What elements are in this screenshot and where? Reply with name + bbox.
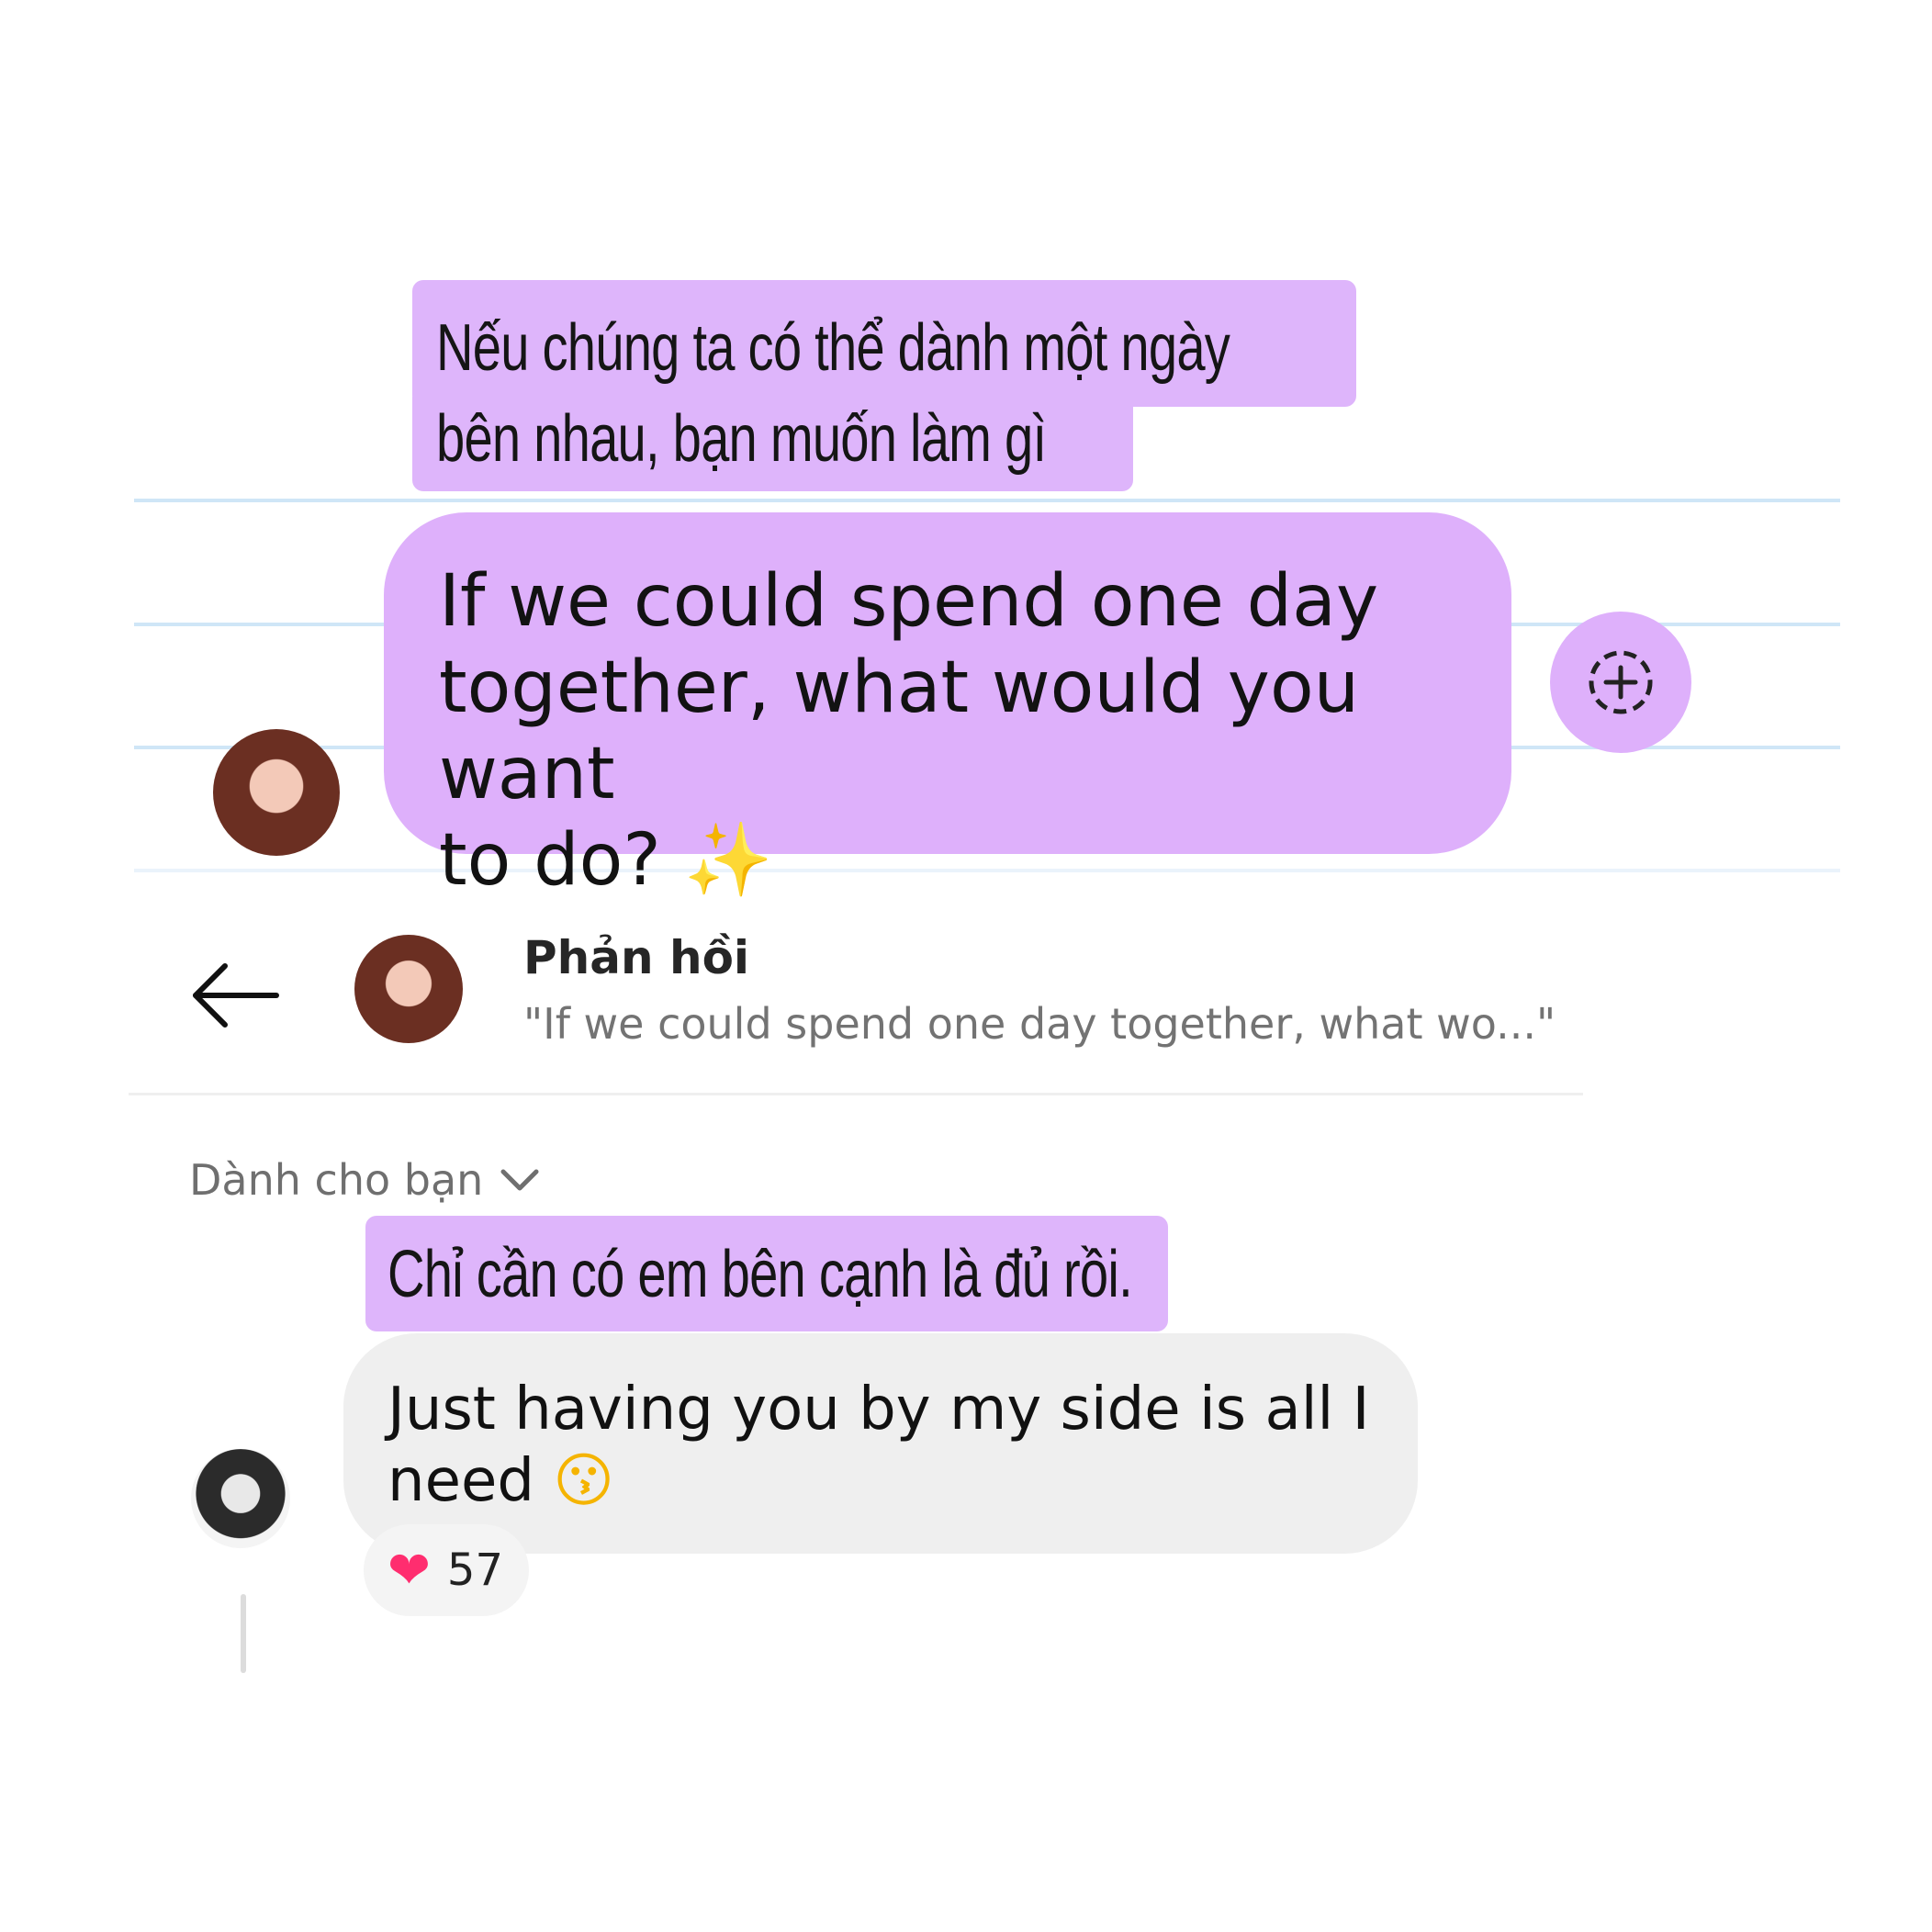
caption-line: Chỉ cần có em bên cạnh là đủ rồi. <box>388 1238 1133 1311</box>
message-line: If we could spend one day <box>439 560 1379 643</box>
avatar[interactable] <box>191 1449 290 1548</box>
translation-caption: Chỉ cần có em bên cạnh là đủ rồi. <box>365 1216 1168 1331</box>
comment-bubble[interactable]: Just having you by my side is all I need… <box>343 1333 1418 1554</box>
comment-line: need 😗 <box>388 1447 614 1515</box>
divider <box>129 1093 1583 1095</box>
kissing-face-emoji: 😗 <box>553 1447 614 1515</box>
chevron-down-icon <box>500 1169 539 1191</box>
sort-filter-dropdown[interactable]: Dành cho bạn <box>189 1155 540 1205</box>
reaction-pill[interactable]: ❤ 57 <box>364 1524 529 1616</box>
reply-quote: "If we could spend one day together, wha… <box>523 999 1556 1049</box>
thread-line <box>241 1594 246 1673</box>
caption-line: Nếu chúng ta có thể dành một ngày <box>436 311 1230 385</box>
add-plus-icon <box>1589 650 1653 714</box>
sparkles-emoji: ✨ <box>683 819 773 902</box>
comment-line: Just having you by my side is all I <box>388 1376 1370 1443</box>
message-line: to do? ✨ <box>439 819 773 902</box>
back-button[interactable] <box>188 959 280 1032</box>
filter-label: Dành cho bạn <box>189 1155 484 1205</box>
avatar[interactable] <box>354 935 463 1043</box>
reaction-count: 57 <box>446 1544 503 1596</box>
ruled-line <box>134 499 1840 502</box>
avatar[interactable] <box>213 729 340 856</box>
message-line: together, what would you want <box>439 646 1360 815</box>
translation-caption: Nếu chúng ta có thể dành một ngày <box>412 280 1356 407</box>
translation-caption: bên nhau, bạn muốn làm gì <box>412 397 1133 491</box>
reply-title: Phản hồi <box>523 931 750 984</box>
caption-line: bên nhau, bạn muốn làm gì <box>436 402 1047 476</box>
heart-icon: ❤ <box>388 1540 431 1601</box>
note-message-bubble[interactable]: If we could spend one day together, what… <box>384 512 1511 902</box>
arrow-left-icon <box>193 963 279 1028</box>
add-reaction-button[interactable] <box>1550 612 1691 753</box>
